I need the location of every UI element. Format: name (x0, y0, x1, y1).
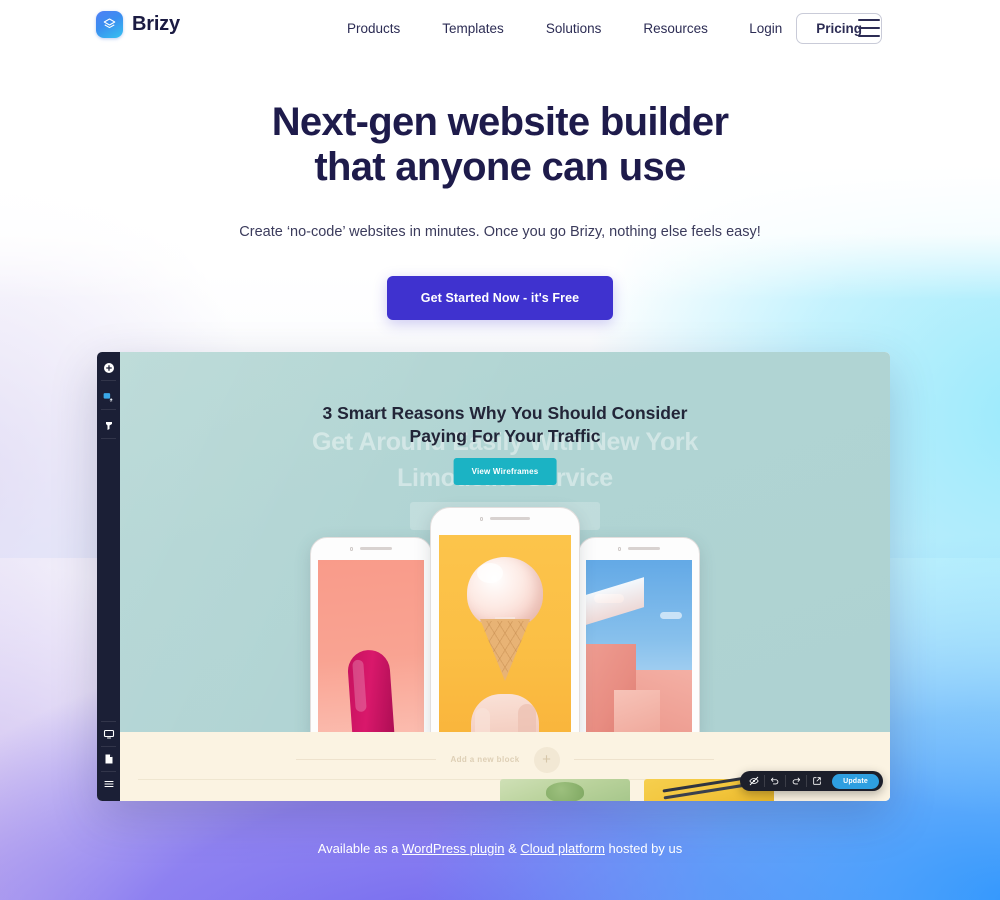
pages-icon[interactable] (97, 747, 120, 771)
canvas-hero-block[interactable]: Get Around Easily With New York Limousin… (120, 352, 890, 732)
redo-icon[interactable] (786, 771, 806, 791)
lipstick-artwork (318, 560, 424, 732)
add-block-label: Add a new block (450, 755, 520, 764)
footer-middle: & (504, 841, 521, 856)
menu-icon[interactable] (97, 772, 120, 796)
editor-sidebar (97, 352, 120, 801)
phone-mockup-left (310, 537, 432, 732)
wordpress-plugin-link[interactable]: WordPress plugin (402, 841, 504, 856)
editor-bottom-toolbar: Update (740, 771, 883, 791)
phone-speaker (360, 547, 393, 551)
phone-camera-icon (349, 547, 354, 551)
site-header: Brizy Products Templates Solutions Resou… (0, 0, 1000, 56)
food-image-greens (500, 779, 630, 801)
phone-speaker (490, 517, 531, 521)
nav-item-resources[interactable]: Resources (622, 21, 729, 36)
nav-item-solutions[interactable]: Solutions (525, 21, 623, 36)
canvas-heading[interactable]: 3 Smart Reasons Why You Should Consider … (120, 402, 890, 448)
canvas-heading-line2: Paying For Your Traffic (409, 426, 601, 446)
update-button[interactable]: Update (832, 773, 879, 789)
hero-section: Next-gen website builder that anyone can… (0, 100, 1000, 320)
phone-speaker (628, 547, 661, 551)
phone-notch (431, 517, 579, 521)
device-preview-icon[interactable] (97, 722, 120, 746)
footer-suffix: hosted by us (604, 841, 683, 856)
page-title: Next-gen website builder that anyone can… (0, 100, 1000, 190)
footer-note: Available as a WordPress plugin & Cloud … (0, 841, 1000, 856)
login-link[interactable]: Login (749, 21, 782, 36)
phone-screen-icecream (439, 535, 571, 732)
phone-notch (311, 547, 431, 551)
hero-cta-wrapper: Get Started Now - it's Free (0, 276, 1000, 320)
landing-page: Brizy Products Templates Solutions Resou… (0, 0, 1000, 900)
main-nav: Products Templates Solutions Resources (326, 0, 729, 56)
global-styles-icon[interactable] (97, 414, 120, 438)
hamburger-menu-icon[interactable] (858, 19, 880, 37)
add-element-icon[interactable] (97, 356, 120, 380)
hero-subtitle: Create ‘no-code’ websites in minutes. On… (239, 224, 761, 240)
plus-circle-icon[interactable]: + (533, 746, 560, 773)
external-link-icon[interactable] (807, 771, 827, 791)
get-started-button[interactable]: Get Started Now - it's Free (386, 276, 614, 320)
phone-mockup-center (430, 507, 580, 732)
brand-logo[interactable]: Brizy (96, 11, 180, 38)
architecture-artwork (586, 560, 692, 732)
add-block-divider-left (296, 759, 437, 760)
canvas-heading-line1: 3 Smart Reasons Why You Should Consider (322, 403, 688, 423)
phone-camera-icon (479, 517, 484, 521)
add-block-divider-right (573, 759, 714, 760)
phone-screen-lipstick (318, 560, 424, 732)
phone-notch (579, 547, 699, 551)
cloud-platform-link[interactable]: Cloud platform (520, 841, 605, 856)
phone-mockup-right (578, 537, 700, 732)
phone-camera-icon (617, 547, 622, 551)
editor-canvas[interactable]: Get Around Easily With New York Limousin… (120, 352, 890, 801)
layers-icon (96, 11, 123, 38)
eye-hidden-icon[interactable] (744, 771, 764, 791)
phone-mockups (310, 507, 700, 732)
editor-screenshot: Get Around Easily With New York Limousin… (97, 352, 890, 801)
hero-title-line2: that anyone can use (314, 145, 686, 189)
footer-prefix: Available as a (317, 841, 403, 856)
undo-icon[interactable] (765, 771, 785, 791)
nav-item-products[interactable]: Products (326, 21, 421, 36)
brand-name: Brizy (132, 13, 180, 35)
icecream-artwork (439, 535, 571, 732)
hero-title-line1: Next-gen website builder (271, 100, 729, 144)
phone-screen-architecture (586, 560, 692, 732)
view-wireframes-button[interactable]: View Wireframes (453, 458, 557, 485)
styling-brush-icon[interactable] (97, 385, 120, 409)
nav-item-templates[interactable]: Templates (421, 21, 525, 36)
